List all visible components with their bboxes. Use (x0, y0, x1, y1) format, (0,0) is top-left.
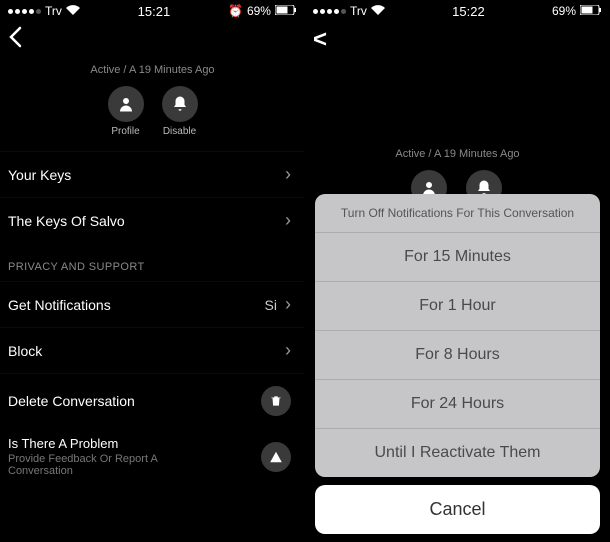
status-right: 69% (552, 4, 602, 18)
person-icon (108, 86, 144, 122)
wifi-icon (371, 4, 385, 18)
get-notifications-row[interactable]: Get Notifications Si › (0, 281, 305, 327)
screen-settings: Trv 15:21 ⏰ 69% Active / A 19 Minutes Ag… (0, 0, 305, 542)
get-notifications-label: Get Notifications (8, 297, 111, 313)
back-icon[interactable]: < (313, 26, 327, 54)
carrier-label: Trv (350, 4, 367, 18)
active-status-label: Active / A 19 Minutes Ago (305, 148, 610, 160)
action-row: Profile Disable (0, 86, 305, 137)
mute-15-min-option[interactable]: For 15 Minutes (315, 233, 600, 282)
warning-icon (261, 442, 291, 472)
trash-icon (261, 386, 291, 416)
status-right: ⏰ 69% (228, 4, 297, 18)
back-icon[interactable] (8, 26, 22, 54)
delete-conversation-label: Delete Conversation (8, 393, 135, 409)
your-keys-label: Your Keys (8, 167, 71, 183)
status-bar: Trv 15:21 ⏰ 69% (0, 0, 305, 22)
battery-label: 69% (247, 4, 271, 18)
clock-label: 15:22 (452, 4, 485, 19)
mute-until-reactivate-option[interactable]: Until I Reactivate Them (315, 429, 600, 477)
cancel-button[interactable]: Cancel (315, 485, 600, 534)
privacy-section-header: PRIVACY AND SUPPORT (0, 243, 305, 281)
active-status-label: Active / A 19 Minutes Ago (0, 64, 305, 76)
mute-24-hours-option[interactable]: For 24 Hours (315, 380, 600, 429)
disable-action-label: Disable (163, 126, 196, 137)
chevron-right-icon: › (285, 294, 291, 315)
status-left: Trv (313, 4, 385, 18)
battery-icon (275, 4, 297, 18)
delete-conversation-row[interactable]: Delete Conversation (0, 373, 305, 428)
battery-icon (580, 4, 602, 18)
problem-title: Is There A Problem (8, 436, 208, 451)
chevron-right-icon: › (285, 340, 291, 361)
keys-of-label: The Keys Of Salvo (8, 213, 125, 229)
chevron-right-icon: › (285, 210, 291, 231)
status-bar: Trv 15:22 69% (305, 0, 610, 22)
chevron-right-icon: › (285, 164, 291, 185)
problem-row[interactable]: Is There A Problem Provide Feedback Or R… (0, 428, 305, 485)
screen-notifications-sheet: Trv 15:22 69% < Active / A 19 Minutes Ag… (305, 0, 610, 542)
nav-bar: < (305, 22, 610, 58)
block-label: Block (8, 343, 42, 359)
clock-label: 15:21 (138, 4, 171, 19)
get-notifications-value: Si (265, 297, 277, 313)
mute-8-hours-option[interactable]: For 8 Hours (315, 331, 600, 380)
status-left: Trv (8, 4, 80, 18)
signal-icon (313, 9, 346, 14)
alarm-icon: ⏰ (228, 4, 243, 18)
profile-action-label: Profile (111, 126, 139, 137)
your-keys-row[interactable]: Your Keys › (0, 151, 305, 197)
action-sheet: Turn Off Notifications For This Conversa… (315, 194, 600, 534)
sheet-options-group: Turn Off Notifications For This Conversa… (315, 194, 600, 477)
disable-action[interactable]: Disable (162, 86, 198, 137)
block-row[interactable]: Block › (0, 327, 305, 373)
nav-bar (0, 22, 305, 58)
mute-1-hour-option[interactable]: For 1 Hour (315, 282, 600, 331)
problem-subtitle: Provide Feedback Or Report A Conversatio… (8, 453, 208, 477)
profile-action[interactable]: Profile (108, 86, 144, 137)
carrier-label: Trv (45, 4, 62, 18)
bell-icon (162, 86, 198, 122)
signal-icon (8, 9, 41, 14)
sheet-title: Turn Off Notifications For This Conversa… (315, 194, 600, 233)
keys-of-row[interactable]: The Keys Of Salvo › (0, 197, 305, 243)
battery-label: 69% (552, 4, 576, 18)
wifi-icon (66, 4, 80, 18)
